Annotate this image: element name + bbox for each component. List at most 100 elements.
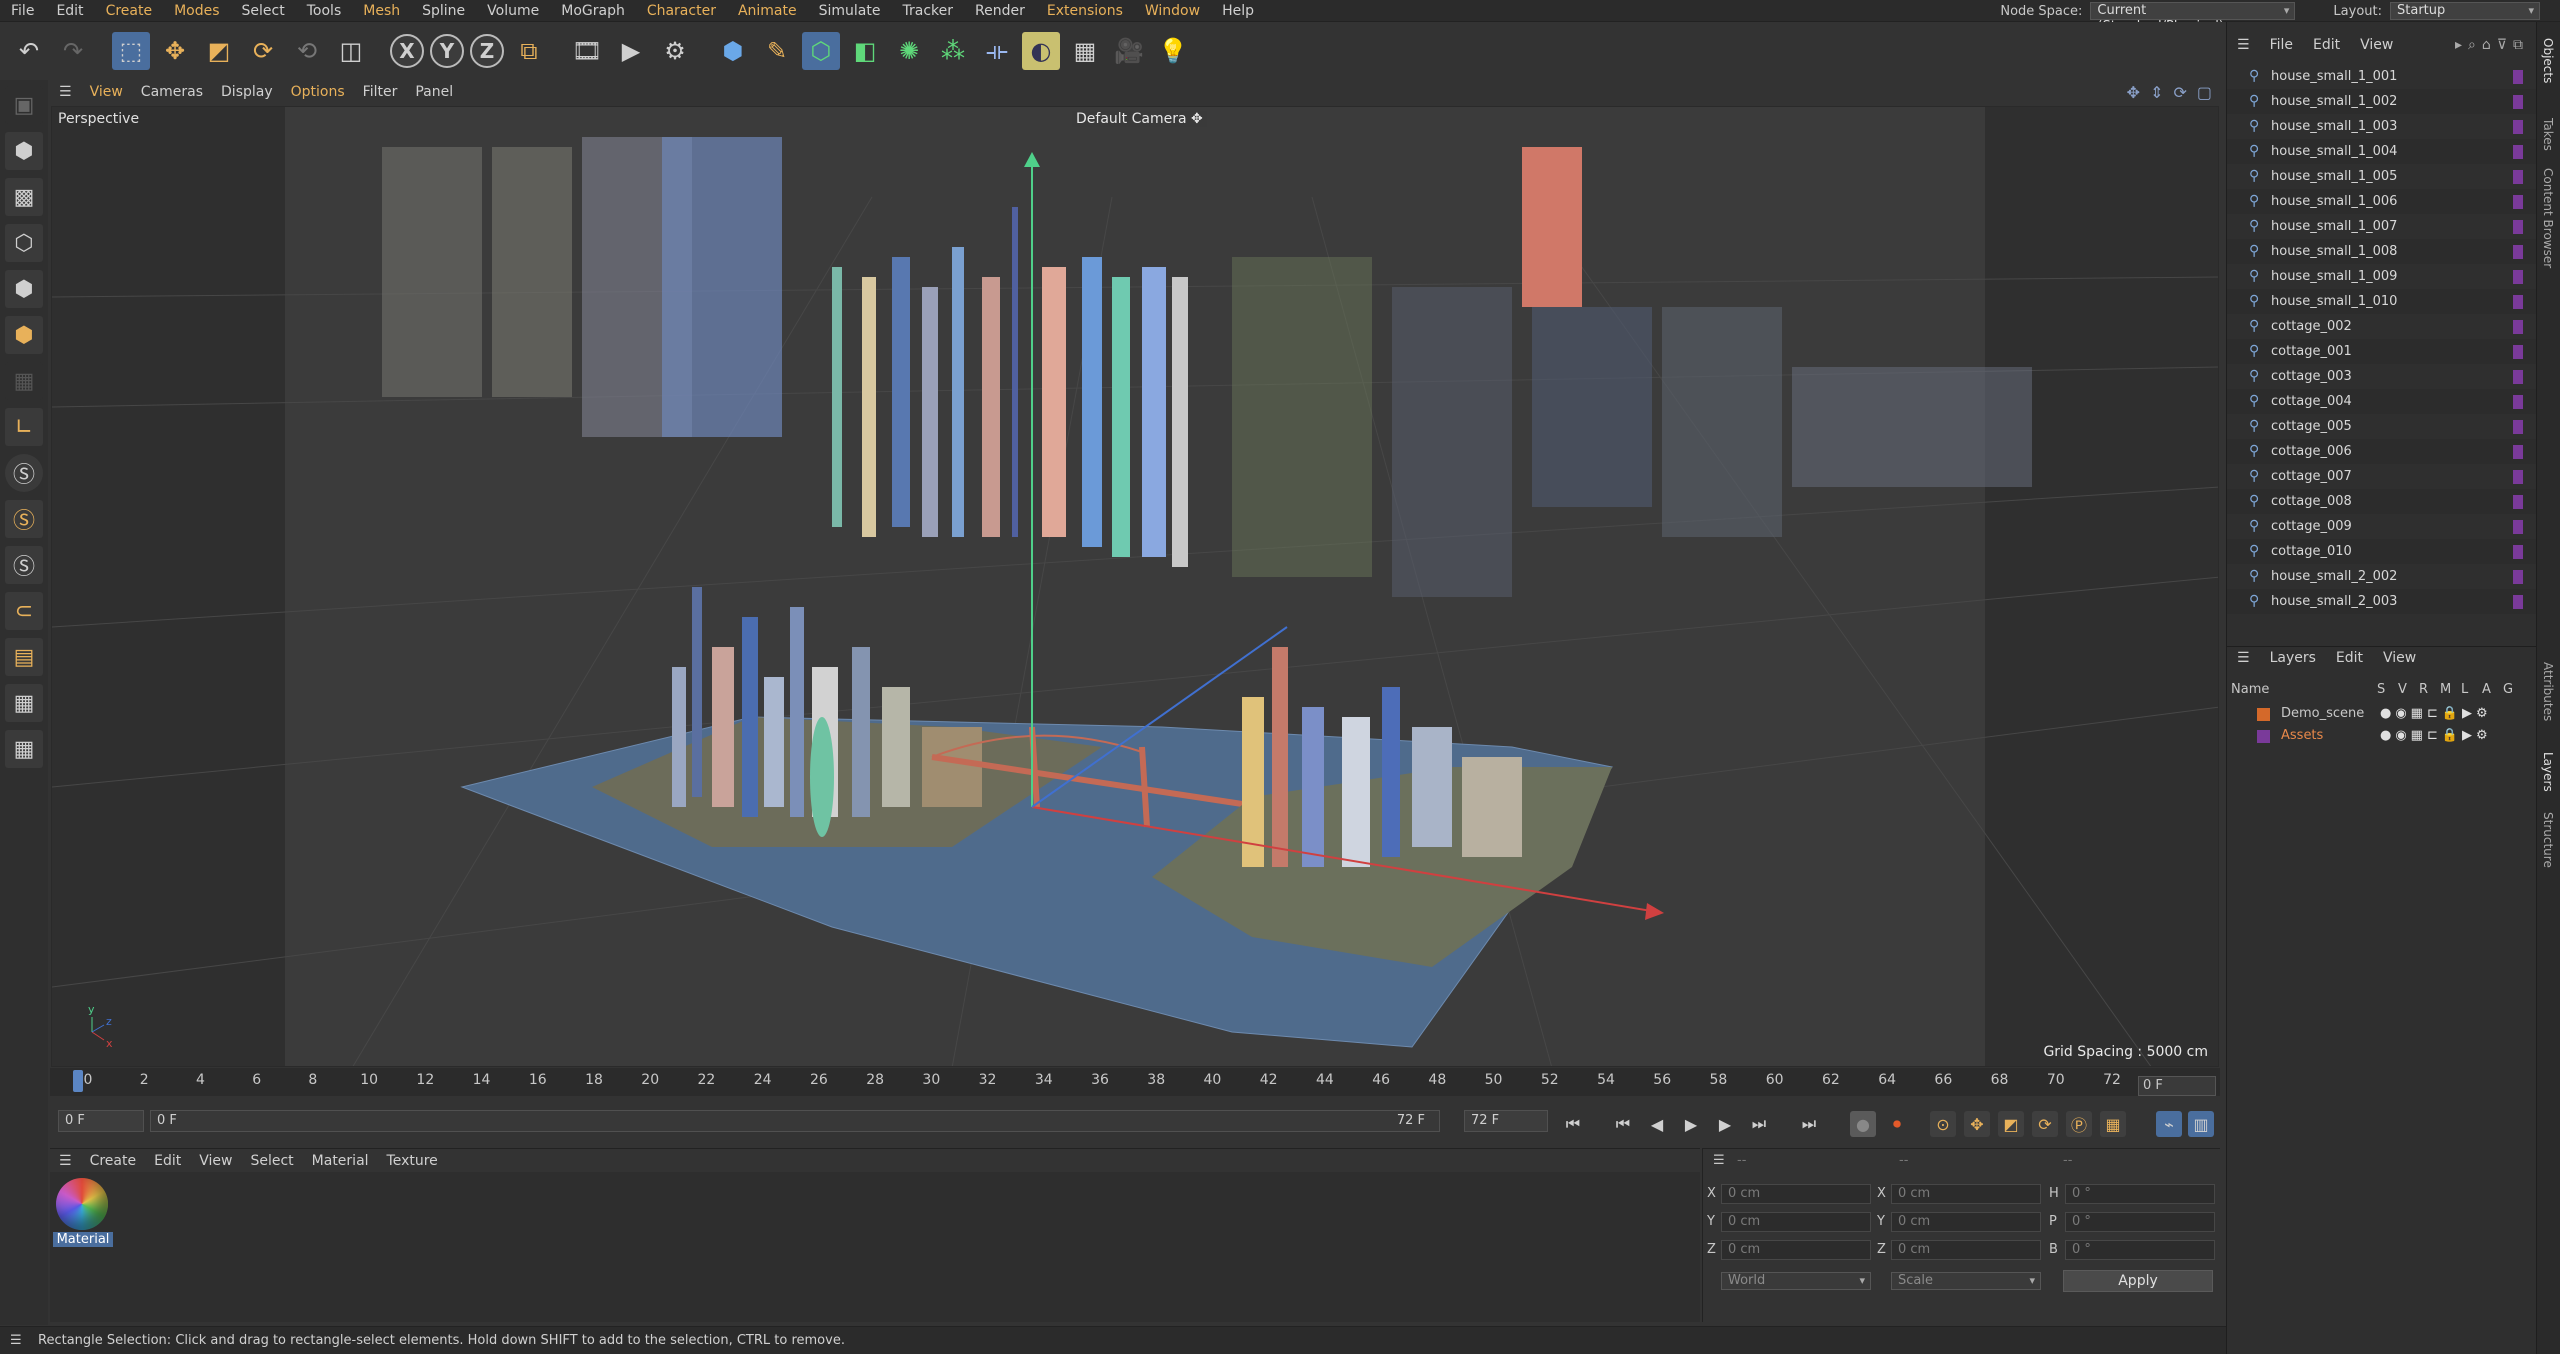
tab-structure[interactable]: Structure (2541, 812, 2555, 868)
layers-menu-edit[interactable]: Edit (2326, 650, 2373, 666)
tab-layers[interactable]: Layers (2541, 752, 2555, 792)
rotate-icon[interactable]: ⟳ (244, 32, 282, 70)
object-row[interactable]: ⚲ cottage_009 (2227, 514, 2537, 539)
menu-file[interactable]: File (0, 3, 45, 19)
object-row[interactable]: ⚲ house_small_1_005 (2227, 164, 2537, 189)
key-rotation-icon[interactable]: ⟳ (2032, 1111, 2058, 1137)
dolly-icon[interactable]: ⇕ (2150, 83, 2163, 102)
subdivision-icon[interactable]: ⬡ (802, 32, 840, 70)
3d-viewport[interactable]: y x z Perspective Default Camera ✥ Grid … (51, 106, 2219, 1067)
model-mode-icon[interactable]: ⬢ (5, 132, 43, 170)
material-name[interactable]: Material (53, 1232, 113, 1247)
key-pla-icon[interactable]: ▦ (2100, 1111, 2126, 1137)
axis-mode-icon[interactable]: ∟ (5, 408, 43, 446)
object-row[interactable]: ⚲ house_small_1_004 (2227, 139, 2537, 164)
points-mode-icon[interactable]: ⬡ (5, 224, 43, 262)
polygons-mode-icon[interactable]: ⬢ (5, 316, 43, 354)
material-hamburger-icon[interactable]: ☰ (50, 1153, 81, 1169)
object-row[interactable]: ⚲ cottage_004 (2227, 389, 2537, 414)
redo-icon[interactable]: ↷ (54, 32, 92, 70)
pos-x-field[interactable]: 0 cm (1721, 1184, 1871, 1204)
object-row[interactable]: ⚲ cottage_002 (2227, 314, 2537, 339)
menu-mesh[interactable]: Mesh (352, 3, 411, 19)
tab-attributes[interactable]: Attributes (2541, 662, 2555, 721)
material-menu-edit[interactable]: Edit (145, 1153, 190, 1169)
layer-toggle-icons[interactable]: ●◉▦⊏🔒▶⚙ (2380, 704, 2492, 724)
timeline-mode-icon[interactable]: ⌁ (2156, 1111, 2182, 1137)
object-row[interactable]: ⚲ house_small_1_009 (2227, 264, 2537, 289)
menu-modes[interactable]: Modes (163, 3, 230, 19)
object-row[interactable]: ⚲ cottage_007 (2227, 464, 2537, 489)
menu-create[interactable]: Create (95, 3, 164, 19)
material-menu-create[interactable]: Create (81, 1153, 146, 1169)
layer-row-assets[interactable]: Assets ●◉▦⊏🔒▶⚙ (2227, 726, 2537, 746)
solo-icon[interactable]: Ⓢ (5, 454, 43, 492)
rot-p-field[interactable]: 0 ° (2065, 1212, 2215, 1232)
x-axis-icon[interactable]: X (390, 34, 424, 68)
previous-key-icon[interactable]: ⏮ (1610, 1111, 1636, 1137)
objects-menu-view[interactable]: View (2350, 37, 2403, 53)
snap-icon[interactable]: ⊂ (5, 592, 43, 630)
pos-y-field[interactable]: 0 cm (1721, 1212, 1871, 1232)
texture-mode-icon[interactable]: ▩ (5, 178, 43, 216)
menu-tracker[interactable]: Tracker (891, 3, 964, 19)
cloner-icon[interactable]: ✺ (890, 32, 928, 70)
z-axis-icon[interactable]: Z (470, 34, 504, 68)
make-editable-icon[interactable]: ▣ (5, 86, 43, 124)
menu-window[interactable]: Window (1134, 3, 1211, 19)
layer-row-demo-scene[interactable]: Demo_scene ●◉▦⊏🔒▶⚙ (2227, 704, 2537, 724)
next-key-icon[interactable]: ⏭ (1746, 1111, 1772, 1137)
objects-menu-file[interactable]: File (2260, 37, 2303, 53)
array-icon[interactable]: ⁂ (934, 32, 972, 70)
size-z-field[interactable]: 0 cm (1891, 1240, 2041, 1260)
object-row[interactable]: ⚲ house_small_2_002 (2227, 564, 2537, 589)
viewport-menu-panel[interactable]: Panel (406, 84, 462, 100)
object-row[interactable]: ⚲ house_small_1_001 (2227, 64, 2537, 89)
size-x-field[interactable]: 0 cm (1891, 1184, 2041, 1204)
recent-tools-icon[interactable]: ⟲ (288, 32, 326, 70)
coordinate-mode-dropdown[interactable]: Scale (1891, 1272, 2041, 1290)
viewport-hamburger-icon[interactable]: ☰ (50, 84, 81, 100)
solo-selection-icon[interactable]: Ⓢ (5, 546, 43, 584)
rot-b-field[interactable]: 0 ° (2065, 1240, 2215, 1260)
objects-hamburger-icon[interactable]: ☰ (2227, 37, 2260, 53)
layers-menu-view[interactable]: View (2373, 650, 2426, 666)
material-menu-select[interactable]: Select (241, 1153, 302, 1169)
objects-toolbar-icons[interactable]: ▸⌕⌂⊽⧉ (2455, 37, 2529, 53)
pen-icon[interactable]: ✎ (758, 32, 796, 70)
menu-volume[interactable]: Volume (476, 3, 550, 19)
live-selection-icon[interactable]: ◫ (332, 32, 370, 70)
maximize-icon[interactable]: ▢ (2197, 83, 2212, 102)
scale-icon[interactable]: ◩ (200, 32, 238, 70)
object-row[interactable]: ⚲ cottage_010 (2227, 539, 2537, 564)
object-row[interactable]: ⚲ house_small_1_008 (2227, 239, 2537, 264)
object-row[interactable]: ⚲ house_small_1_010 (2227, 289, 2537, 314)
render-settings-icon[interactable]: ⚙ (656, 32, 694, 70)
layers-hamburger-icon[interactable]: ☰ (2227, 650, 2260, 666)
apply-button[interactable]: Apply (2063, 1270, 2213, 1292)
next-frame-icon[interactable]: ▶ (1712, 1111, 1738, 1137)
material-menu-view[interactable]: View (190, 1153, 241, 1169)
node-space-dropdown[interactable]: Current (Standard/Physical) (2090, 2, 2296, 34)
pan-icon[interactable]: ✥ (2127, 83, 2140, 102)
go-to-end-icon[interactable]: ⏭ (1796, 1111, 1822, 1137)
tab-content-browser[interactable]: Content Browser (2541, 168, 2555, 268)
timeline-ruler[interactable]: 0 2 4 6 8 10 12 14 16 18 20 22 24 26 28 30 32 34 36 38 40 42 4… (50, 1068, 2220, 1096)
objects-menu-edit[interactable]: Edit (2303, 37, 2350, 53)
preview-range-slider[interactable]: 0 F 72 F (150, 1110, 1440, 1132)
key-parameter-icon[interactable]: Ⓟ (2066, 1111, 2092, 1137)
menu-help[interactable]: Help (1211, 3, 1265, 19)
material-thumbnail[interactable] (56, 1178, 108, 1230)
move-icon[interactable]: ✥ (156, 32, 194, 70)
object-row[interactable]: ⚲ cottage_005 (2227, 414, 2537, 439)
render-view-icon[interactable]: ▶ (612, 32, 650, 70)
key-scale-icon[interactable]: ◩ (1998, 1111, 2024, 1137)
object-row[interactable]: ⚲ cottage_008 (2227, 489, 2537, 514)
rectangle-select-icon[interactable]: ⬚ (112, 32, 150, 70)
pos-z-field[interactable]: 0 cm (1721, 1240, 1871, 1260)
coordinate-space-dropdown[interactable]: World (1721, 1272, 1871, 1290)
menu-character[interactable]: Character (636, 3, 727, 19)
timeline-frame-field[interactable]: 0 F (2138, 1076, 2216, 1096)
y-axis-icon[interactable]: Y (430, 34, 464, 68)
tab-objects[interactable]: Objects (2541, 38, 2555, 83)
